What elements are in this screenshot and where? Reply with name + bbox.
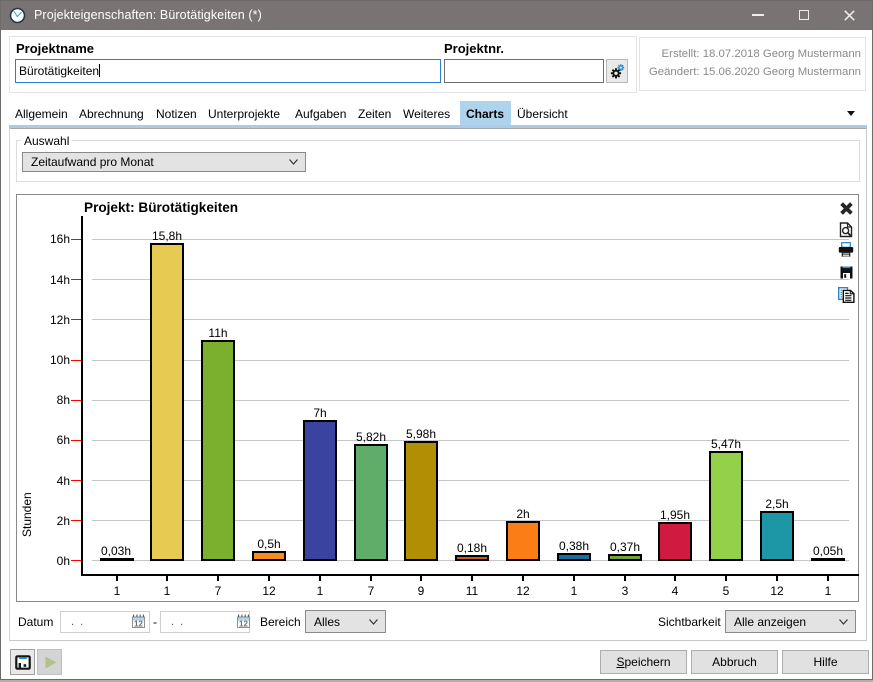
svg-text:12: 12 — [239, 619, 248, 628]
svg-text:12: 12 — [134, 619, 143, 628]
